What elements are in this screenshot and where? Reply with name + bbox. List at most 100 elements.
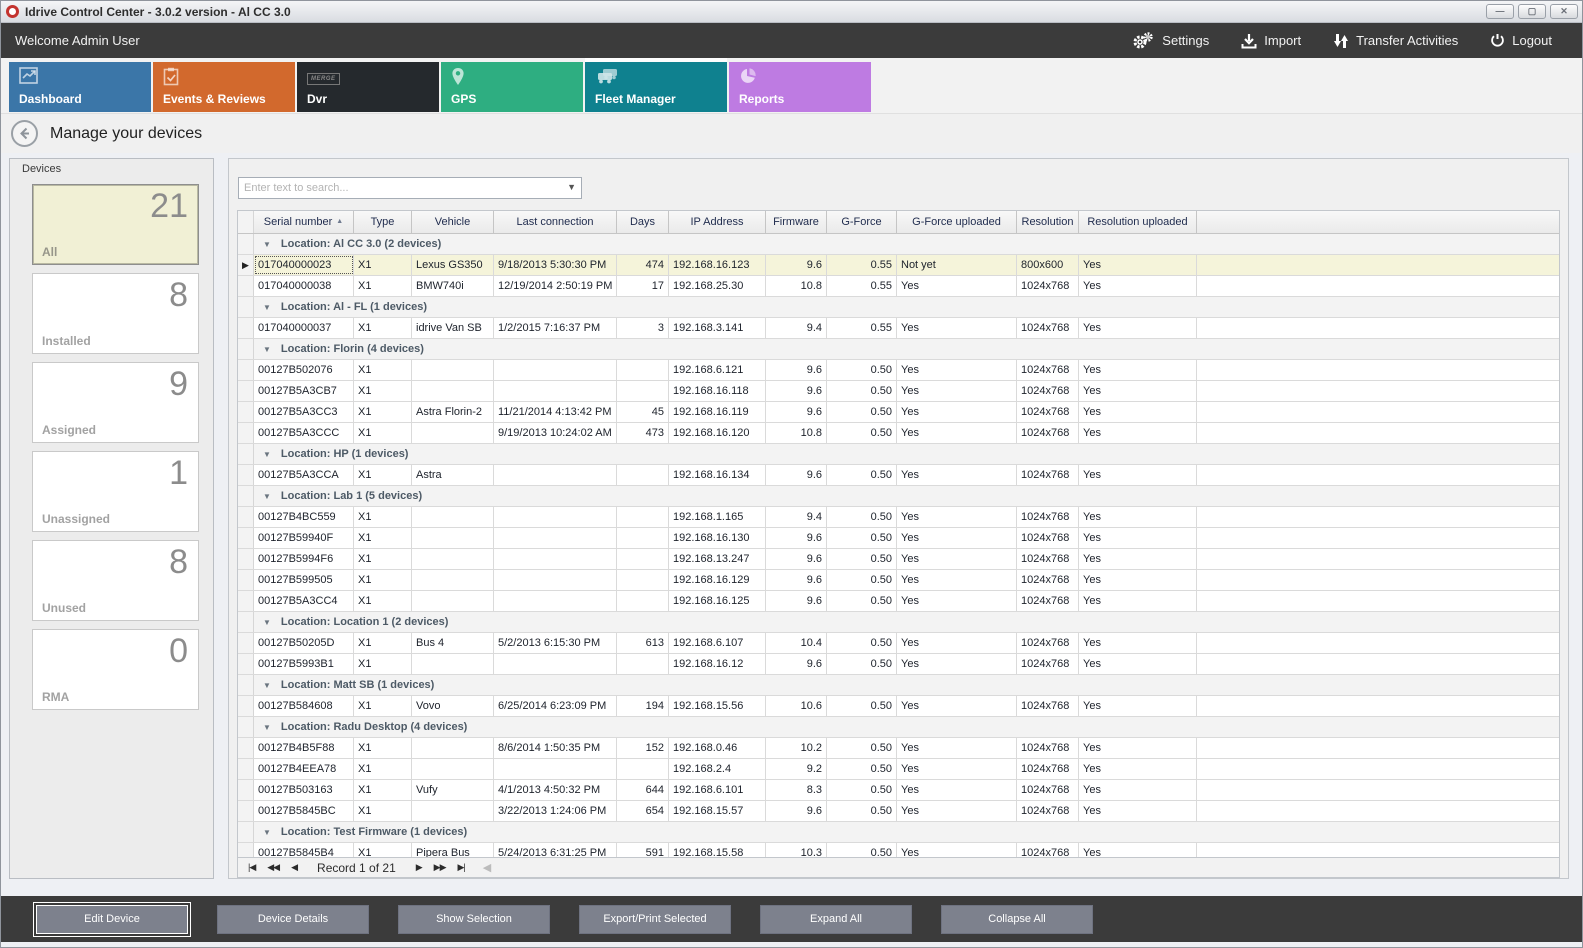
- location-group-row[interactable]: ▼Location: HP (1 devices): [238, 444, 1559, 465]
- device-filter-card-all[interactable]: 21All: [32, 184, 199, 265]
- device-details-button[interactable]: Device Details: [217, 905, 369, 934]
- device-row[interactable]: 00127B50205DX1Bus 45/2/2013 6:15:30 PM61…: [238, 633, 1559, 654]
- collapse-group-icon[interactable]: ▼: [263, 303, 271, 312]
- export-print-selected-button[interactable]: Export/Print Selected: [579, 905, 731, 934]
- collapse-group-icon[interactable]: ▼: [263, 345, 271, 354]
- device-row[interactable]: 00127B5845B4X1Pipera Bus5/24/2013 6:31:2…: [238, 843, 1559, 858]
- last-record-button[interactable]: ▶|: [452, 862, 471, 873]
- tab-gps[interactable]: GPS: [441, 62, 583, 112]
- collapse-all-button[interactable]: Collapse All: [941, 905, 1093, 934]
- minimize-button[interactable]: —: [1486, 4, 1514, 19]
- prev-page-button[interactable]: ◀◀: [261, 862, 285, 873]
- cell-resolution-uploaded: Yes: [1079, 801, 1197, 821]
- tab-dashboard[interactable]: Dashboard: [9, 62, 151, 112]
- collapse-group-icon[interactable]: ▼: [263, 618, 271, 627]
- device-row[interactable]: 00127B5A3CCAX1Astra192.168.16.1349.60.50…: [238, 465, 1559, 486]
- menu-action-transfer-activities[interactable]: Transfer Activities: [1321, 29, 1470, 53]
- device-row[interactable]: 00127B4B5F88X18/6/2014 1:50:35 PM152192.…: [238, 738, 1559, 759]
- column-header-days[interactable]: Days: [617, 211, 669, 233]
- location-group-row[interactable]: ▼Location: Test Firmware (1 devices): [238, 822, 1559, 843]
- tab-dvr[interactable]: MERGEDvr: [297, 62, 439, 112]
- first-record-button[interactable]: |◀: [242, 862, 261, 873]
- column-header-firmware[interactable]: Firmware: [766, 211, 827, 233]
- column-header-last-connection[interactable]: Last connection: [494, 211, 617, 233]
- device-row[interactable]: 00127B5993B1X1192.168.16.129.60.50Yes102…: [238, 654, 1559, 675]
- back-button[interactable]: [11, 120, 38, 147]
- column-header-type[interactable]: Type: [354, 211, 412, 233]
- show-selection-button[interactable]: Show Selection: [398, 905, 550, 934]
- next-record-button[interactable]: ▶: [410, 862, 428, 873]
- collapse-group-icon[interactable]: ▼: [263, 681, 271, 690]
- search-dropdown-icon[interactable]: ▼: [567, 182, 576, 192]
- close-button[interactable]: ✕: [1550, 4, 1578, 19]
- next-page-button[interactable]: ▶▶: [428, 862, 452, 873]
- device-filter-card-unused[interactable]: 8Unused: [32, 540, 199, 621]
- device-row[interactable]: 017040000038X1BMW740i12/19/2014 2:50:19 …: [238, 276, 1559, 297]
- cell-g-force: 0.50: [827, 801, 897, 821]
- device-row[interactable]: 00127B584608X1Vovo6/25/2014 6:23:09 PM19…: [238, 696, 1559, 717]
- column-header-vehicle[interactable]: Vehicle: [412, 211, 494, 233]
- module-tab-strip: DashboardEvents & ReviewsMERGEDvrGPSFlee…: [1, 58, 1582, 114]
- device-row[interactable]: 017040000037X1idrive Van SB1/2/2015 7:16…: [238, 318, 1559, 339]
- device-filter-card-rma[interactable]: 0RMA: [32, 629, 199, 710]
- device-row[interactable]: 00127B502076X1192.168.6.1219.60.50Yes102…: [238, 360, 1559, 381]
- column-header-serial-number[interactable]: Serial number▲: [254, 211, 354, 233]
- expand-all-button[interactable]: Expand All: [760, 905, 912, 934]
- device-row[interactable]: 00127B5A3CB7X1192.168.16.1189.60.50Yes10…: [238, 381, 1559, 402]
- device-row[interactable]: 00127B5A3CCCX19/19/2013 10:24:02 AM47319…: [238, 423, 1559, 444]
- collapse-group-icon[interactable]: ▼: [263, 240, 271, 249]
- cell-last-connection: [494, 549, 617, 569]
- cell-g-force-uploaded: Yes: [897, 318, 1017, 338]
- device-row[interactable]: ▶017040000023X1Lexus GS3509/18/2013 5:30…: [238, 255, 1559, 276]
- collapse-group-icon[interactable]: ▼: [263, 492, 271, 501]
- maximize-button[interactable]: ▢: [1518, 4, 1546, 19]
- location-group-row[interactable]: ▼Location: Lab 1 (5 devices): [238, 486, 1559, 507]
- edit-device-button[interactable]: Edit Device: [36, 905, 188, 934]
- device-filter-card-installed[interactable]: 8Installed: [32, 273, 199, 354]
- menu-action-logout[interactable]: Logout: [1478, 29, 1564, 52]
- device-row[interactable]: 00127B5994F6X1192.168.13.2479.60.50Yes10…: [238, 549, 1559, 570]
- column-header-resolution[interactable]: Resolution: [1017, 211, 1079, 233]
- location-group-row[interactable]: ▼Location: Florin (4 devices): [238, 339, 1559, 360]
- collapse-group-icon[interactable]: ▼: [263, 828, 271, 837]
- location-group-row[interactable]: ▼Location: Al - FL (1 devices): [238, 297, 1559, 318]
- device-filter-card-unassigned[interactable]: 1Unassigned: [32, 451, 199, 532]
- collapse-group-icon[interactable]: ▼: [263, 723, 271, 732]
- cell-resolution-uploaded: Yes: [1079, 255, 1197, 275]
- collapse-group-icon[interactable]: ▼: [263, 450, 271, 459]
- location-group-row[interactable]: ▼Location: Matt SB (1 devices): [238, 675, 1559, 696]
- column-header-ip-address[interactable]: IP Address: [669, 211, 766, 233]
- tab-fleet-manager[interactable]: Fleet Manager: [585, 62, 727, 112]
- cell-serial: 00127B5845B4: [254, 843, 354, 858]
- device-row[interactable]: 00127B599505X1192.168.16.1299.60.50Yes10…: [238, 570, 1559, 591]
- tab-events-reviews[interactable]: Events & Reviews: [153, 62, 295, 112]
- prev-record-button[interactable]: ◀: [285, 862, 303, 873]
- menu-action-label: Settings: [1162, 33, 1209, 48]
- cell-resolution-uploaded: Yes: [1079, 402, 1197, 422]
- column-header-g-force-uploaded[interactable]: G-Force uploaded: [897, 211, 1017, 233]
- group-label: ▼Location: Matt SB (1 devices): [254, 675, 1559, 695]
- device-row[interactable]: 00127B4BC559X1192.168.1.1659.40.50Yes102…: [238, 507, 1559, 528]
- location-group-row[interactable]: ▼Location: Al CC 3.0 (2 devices): [238, 234, 1559, 255]
- location-group-row[interactable]: ▼Location: Radu Desktop (4 devices): [238, 717, 1559, 738]
- cell-resolution: 1024x768: [1017, 570, 1079, 590]
- device-row[interactable]: 00127B5845BCX13/22/2013 1:24:06 PM654192…: [238, 801, 1559, 822]
- tab-reports[interactable]: Reports: [729, 62, 871, 112]
- device-row[interactable]: 00127B503163X1Vufy4/1/2013 4:50:32 PM644…: [238, 780, 1559, 801]
- cell-serial: 00127B5A3CC3: [254, 402, 354, 422]
- cell-type: X1: [354, 360, 412, 380]
- footer-toolbar: Edit Device Device Details Show Selection E…: [1, 896, 1582, 942]
- column-header-g-force[interactable]: G-Force: [827, 211, 897, 233]
- search-input[interactable]: [239, 178, 581, 198]
- device-row[interactable]: 00127B5A3CC3X1Astra Florin-211/21/2014 4…: [238, 402, 1559, 423]
- device-row[interactable]: 00127B5A3CC4X1192.168.16.1259.60.50Yes10…: [238, 591, 1559, 612]
- menu-action-import[interactable]: Import: [1229, 29, 1313, 53]
- location-group-row[interactable]: ▼Location: Location 1 (2 devices): [238, 612, 1559, 633]
- device-row[interactable]: 00127B59940FX1192.168.16.1309.60.50Yes10…: [238, 528, 1559, 549]
- device-filter-card-assigned[interactable]: 9Assigned: [32, 362, 199, 443]
- cell-last-connection: [494, 528, 617, 548]
- menu-action-settings[interactable]: Settings: [1119, 28, 1221, 54]
- column-header-resolution-uploaded[interactable]: Resolution uploaded: [1079, 211, 1197, 233]
- cell-g-force: 0.50: [827, 696, 897, 716]
- device-row[interactable]: 00127B4EEA78X1192.168.2.49.20.50Yes1024x…: [238, 759, 1559, 780]
